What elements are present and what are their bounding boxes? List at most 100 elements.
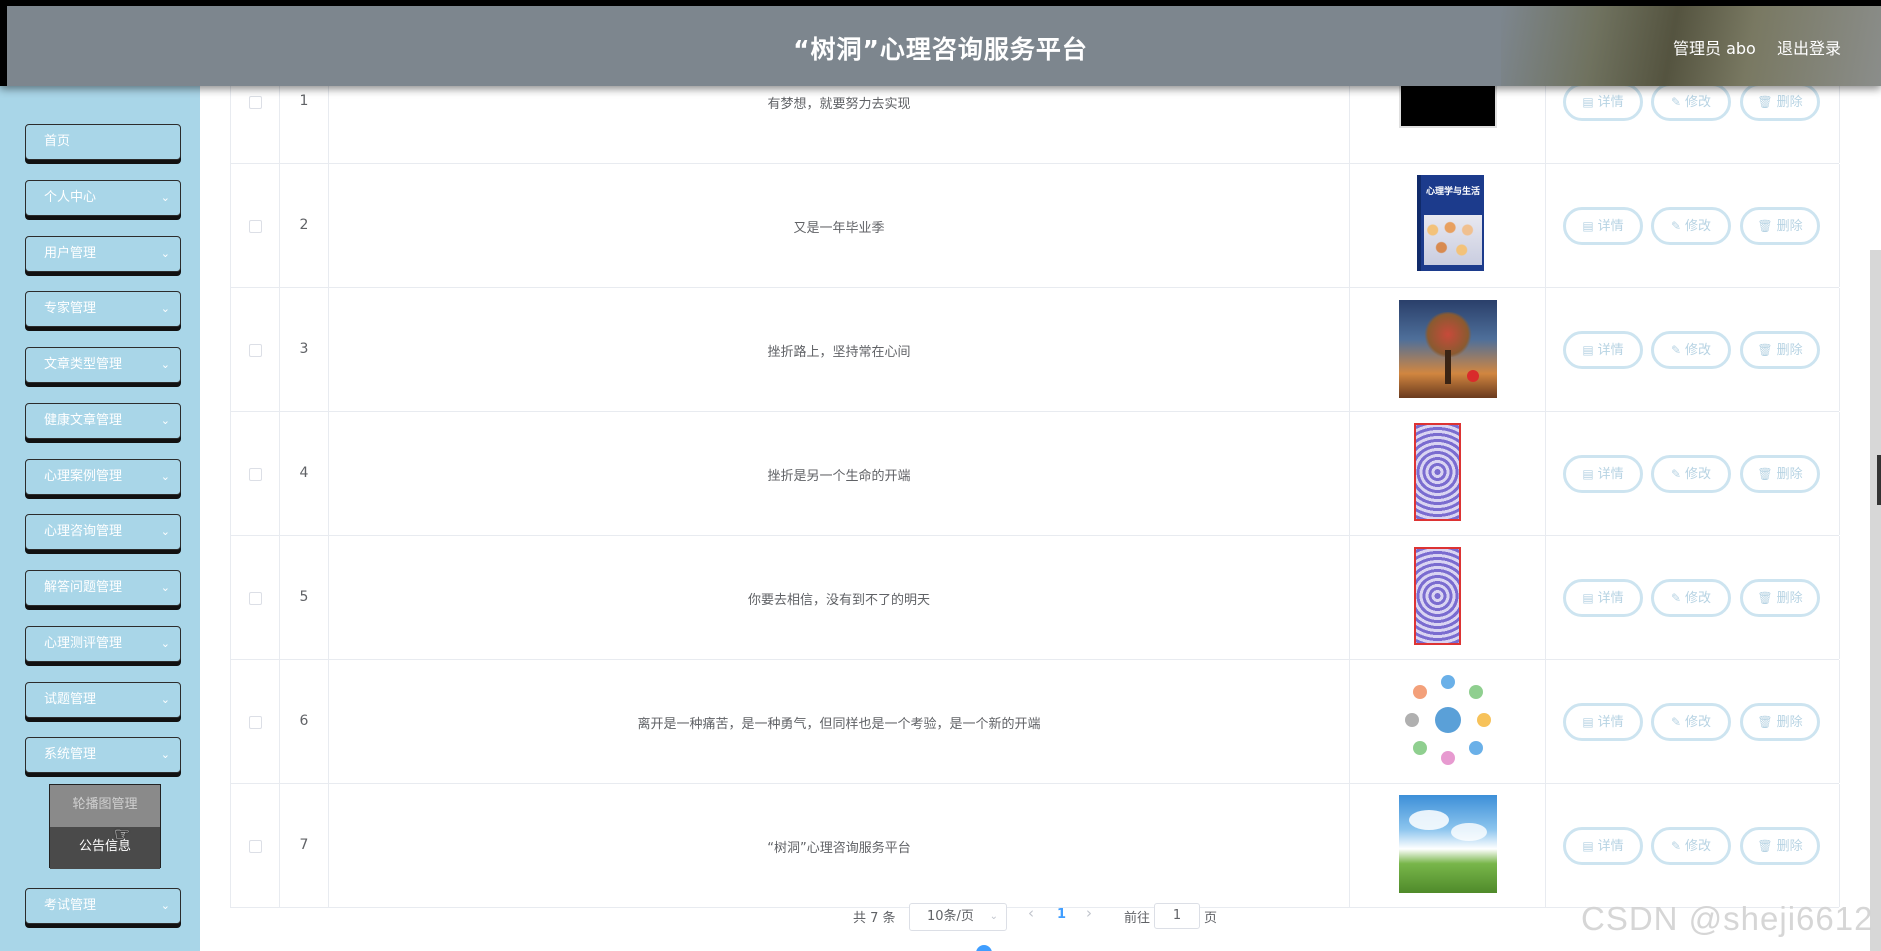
detail-button[interactable]: ▤ 详情 [1563,455,1643,493]
sidebar-item-label: 心理案例管理 [44,469,123,484]
sidebar-item-home[interactable]: 首页 [25,124,181,160]
edit-button[interactable]: ✎ 修改 [1651,207,1731,245]
sidebar-item-label: 心理咨询管理 [44,524,123,539]
trash-icon: 🗑 [1757,839,1773,853]
row-thumbnail [1399,671,1497,769]
detail-button[interactable]: ▤ 详情 [1563,331,1643,369]
sidebar-item-label: 文章类型管理 [44,357,123,372]
trash-icon: 🗑 [1757,95,1773,109]
detail-button[interactable]: ▤ 详情 [1563,207,1643,245]
row-thumbnail [1399,300,1497,398]
row-title: 离开是一种痛苦，是一种勇气，但同样也是一个考验，是一个新的开端 [637,717,1041,732]
sidebar-item-label: 个人中心 [44,190,97,205]
pagination-total: 共 7 条 [853,911,896,926]
row-thumbnail: 心理学与生活 [1417,175,1484,271]
chevron-down-icon: ⌄ [160,637,170,650]
row-thumbnail [1414,547,1461,645]
detail-button[interactable]: ▤ 详情 [1563,579,1643,617]
delete-button[interactable]: 🗑 删除 [1740,827,1820,865]
page-size-select[interactable]: 10条/页 ⌄ [909,903,1007,931]
row-index: 7 [299,837,309,853]
trash-icon: 🗑 [1757,343,1773,357]
row-checkbox[interactable] [249,716,262,729]
scrollbar[interactable] [1870,250,1881,951]
sidebar-item-questions[interactable]: 试题管理 ⌄ [25,682,181,718]
row-checkbox[interactable] [249,840,262,853]
document-icon: ▤ [1582,591,1594,605]
document-icon: ▤ [1582,219,1594,233]
edit-button[interactable]: ✎ 修改 [1651,455,1731,493]
table-row: 2 又是一年毕业季 心理学与生活 ▤ 详情 ✎ 修改 🗑 删除 [231,164,1840,288]
pencil-icon: ✎ [1670,343,1682,357]
system-submenu: 轮播图管理 公告信息 [49,784,161,869]
edit-button[interactable]: ✎ 修改 [1651,827,1731,865]
delete-button[interactable]: 🗑 删除 [1740,703,1820,741]
table-row: 6 离开是一种痛苦，是一种勇气，但同样也是一个考验，是一个新的开端 ▤ 详情 ✎ 修… [231,660,1840,784]
document-icon: ▤ [1582,839,1594,853]
row-index: 3 [299,341,309,357]
next-page-button[interactable]: › [1086,904,1092,922]
chevron-down-icon: ⌄ [989,911,998,922]
sidebar-item-consultations[interactable]: 心理咨询管理 ⌄ [25,514,181,550]
edit-button[interactable]: ✎ 修改 [1651,331,1731,369]
chevron-down-icon: ⌄ [160,302,170,315]
pencil-icon: ✎ [1670,715,1682,729]
pencil-icon: ✎ [1670,95,1682,109]
row-checkbox[interactable] [249,344,262,357]
detail-button[interactable]: ▤ 详情 [1563,827,1643,865]
logout-button[interactable]: 退出登录 [1777,35,1841,59]
document-icon: ▤ [1582,95,1594,109]
pencil-icon: ✎ [1670,219,1682,233]
submenu-item-carousel[interactable]: 轮播图管理 [50,785,160,827]
delete-button[interactable]: 🗑 删除 [1740,207,1820,245]
row-index: 6 [299,713,309,729]
table-row: 5 你要去相信，没有到不了的明天 ▤ 详情 ✎ 修改 🗑 删除 [231,536,1840,660]
edit-button[interactable]: ✎ 修改 [1651,83,1731,121]
detail-button[interactable]: ▤ 详情 [1563,83,1643,121]
prev-page-button[interactable]: ‹ [1028,904,1034,922]
sidebar-item-answers[interactable]: 解答问题管理 ⌄ [25,570,181,606]
sidebar-item-personal-center[interactable]: 个人中心 ⌄ [25,180,181,216]
sidebar-item-label: 用户管理 [44,246,97,261]
chevron-down-icon: ⌄ [160,191,170,204]
row-index: 1 [299,93,309,109]
row-title: 又是一年毕业季 [793,221,885,236]
delete-button[interactable]: 🗑 删除 [1740,579,1820,617]
row-checkbox[interactable] [249,592,262,605]
row-checkbox[interactable] [249,96,262,109]
sidebar-item-experts[interactable]: 专家管理 ⌄ [25,291,181,327]
goto-page-input[interactable]: 1 [1154,903,1200,929]
row-checkbox[interactable] [249,220,262,233]
document-icon: ▤ [1582,467,1594,481]
watermark: CSDN @sheji6612 [1581,900,1874,937]
edit-button[interactable]: ✎ 修改 [1651,703,1731,741]
pencil-icon: ✎ [1670,467,1682,481]
row-title: “树洞”心理咨询服务平台 [767,841,911,856]
submenu-item-announcements[interactable]: 公告信息 [50,827,160,869]
table-row: 7 “树洞”心理咨询服务平台 ▤ 详情 ✎ 修改 🗑 删除 [231,784,1840,908]
detail-button[interactable]: ▤ 详情 [1563,703,1643,741]
delete-button[interactable]: 🗑 删除 [1740,455,1820,493]
edit-button[interactable]: ✎ 修改 [1651,579,1731,617]
scroll-thumb[interactable] [1877,455,1881,505]
trash-icon: 🗑 [1757,591,1773,605]
table-row: 4 挫折是另一个生命的开端 ▤ 详情 ✎ 修改 🗑 删除 [231,412,1840,536]
delete-button[interactable]: 🗑 删除 [1740,331,1820,369]
sidebar-item-exams[interactable]: 考试管理 ⌄ [25,888,181,924]
hand-cursor-icon: ☞ [114,824,131,845]
sidebar-item-assessments[interactable]: 心理测评管理 ⌄ [25,626,181,662]
sidebar-item-users[interactable]: 用户管理 ⌄ [25,236,181,272]
chevron-down-icon: ⌄ [160,414,170,427]
delete-button[interactable]: 🗑 删除 [1740,83,1820,121]
page-number-current[interactable]: 1 [1057,907,1066,922]
sidebar-item-label: 专家管理 [44,301,97,316]
sidebar-item-label: 考试管理 [44,898,97,913]
page-suffix-label: 页 [1204,911,1218,926]
row-checkbox[interactable] [249,468,262,481]
sidebar-item-psych-cases[interactable]: 心理案例管理 ⌄ [25,459,181,495]
sidebar-item-system[interactable]: 系统管理 ⌄ [25,737,181,773]
admin-label: 管理员 abo [1673,39,1756,58]
sidebar-item-article-types[interactable]: 文章类型管理 ⌄ [25,347,181,383]
sidebar-item-health-articles[interactable]: 健康文章管理 ⌄ [25,403,181,439]
row-title: 挫折是另一个生命的开端 [767,469,911,484]
